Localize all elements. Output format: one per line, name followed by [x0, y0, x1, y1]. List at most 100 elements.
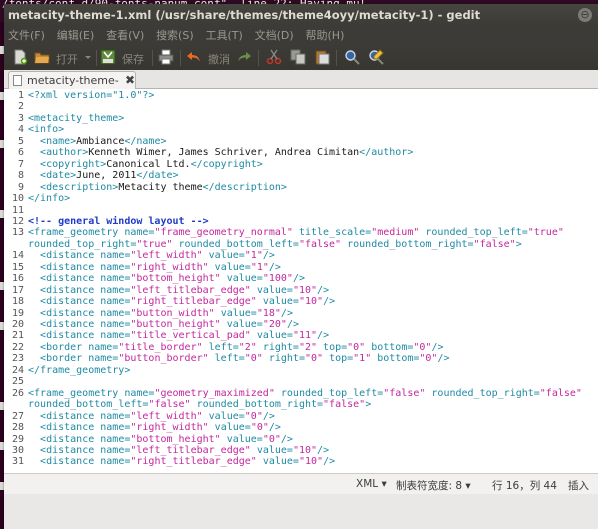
code-token: name=: [88, 341, 119, 353]
find-replace-icon[interactable]: [368, 49, 384, 65]
menu-view[interactable]: 查看(V): [106, 29, 144, 42]
code-line[interactable]: 25: [4, 376, 28, 387]
code-line[interactable]: 11: [4, 205, 28, 216]
code-token: "0": [244, 410, 263, 422]
code-token: top=: [317, 341, 348, 353]
code-token: value=: [250, 330, 293, 342]
line-number: 11: [11, 204, 24, 216]
code-line[interactable]: rounded_bottom_left="false" rounded_bott…: [4, 399, 371, 410]
language-selector[interactable]: XML ▾: [356, 478, 387, 490]
code-line[interactable]: 22 <border name="title_border" left="2" …: [4, 341, 444, 353]
minimize-button[interactable]: ⊖: [578, 8, 592, 22]
copy-icon[interactable]: [290, 49, 306, 65]
code-line[interactable]: 5 <name>Ambiance</name>: [4, 136, 167, 147]
code-line[interactable]: 6 <author>Kenneth Wimer, James Schriver,…: [4, 147, 413, 158]
code-line[interactable]: 19 <distance name="button_width" value="…: [4, 308, 293, 319]
tab-metacity-theme[interactable]: metacity-theme-1.xml ✖: [8, 71, 136, 100]
code-line[interactable]: 30 <distance name="left_titlebar_edge" v…: [4, 445, 329, 456]
code-line[interactable]: 4 <info>: [4, 124, 64, 135]
code-line[interactable]: 15 <distance name="right_width" value="1…: [4, 262, 281, 273]
code-token: "false": [323, 399, 366, 411]
code-text: <copyright>Canonical Ltd.</copyright>: [28, 159, 263, 170]
save-icon[interactable]: [100, 49, 116, 65]
code-token: "right_width": [130, 261, 209, 273]
code-line[interactable]: 10 </info>: [4, 193, 70, 204]
code-line[interactable]: 16 <distance name="bottom_height" value=…: [4, 273, 305, 284]
code-token: title_scale=: [292, 227, 372, 239]
code-line[interactable]: 17 <distance name="left_titlebar_edge" v…: [4, 285, 329, 296]
document-icon: [13, 75, 22, 86]
line-number: 20: [11, 319, 24, 330]
title-bar[interactable]: metacity-theme-1.xml (/usr/share/themes/…: [4, 4, 598, 26]
line-number: 31: [11, 456, 24, 468]
search-icon[interactable]: [344, 49, 360, 65]
code-token: <distance: [40, 319, 101, 330]
undo-button[interactable]: 撤消: [208, 51, 230, 67]
code-line[interactable]: 12 <!-- general window layout -->: [4, 216, 209, 227]
code-line[interactable]: 9 <description>Metacity theme</descripti…: [4, 182, 287, 193]
code-line[interactable]: 2: [4, 101, 28, 112]
code-token: />: [292, 273, 305, 285]
tab-width-selector[interactable]: 制表符宽度: 8 ▾: [396, 478, 471, 493]
undo-icon[interactable]: [186, 49, 202, 65]
open-folder-icon[interactable]: [34, 49, 50, 65]
code-token: <date>: [40, 170, 77, 182]
code-token: </date>: [136, 170, 179, 182]
tab-bar: metacity-theme-1.xml ✖: [4, 70, 598, 100]
open-button[interactable]: 打开: [56, 51, 78, 67]
code-line[interactable]: 8 <date>June, 2011</date>: [4, 170, 179, 181]
open-dropdown-arrow-icon[interactable]: [84, 49, 92, 65]
code-token: value=: [256, 456, 299, 468]
new-document-icon[interactable]: [12, 49, 28, 65]
text-editor[interactable]: 1 <?xml version="1.0"?> 2 3 <metacity_theme>…: [4, 89, 598, 474]
code-line[interactable]: 31 <distance name="right_titlebar_edge" …: [4, 456, 335, 467]
code-line[interactable]: 27 <distance name="left_width" value="0"…: [4, 411, 275, 422]
code-line[interactable]: 1 <?xml version="1.0"?>: [4, 90, 154, 101]
code-line[interactable]: 23 <border name="button_border" left="0"…: [4, 353, 450, 364]
save-button[interactable]: 保存: [122, 51, 144, 67]
code-line[interactable]: 18 <distance name="right_titlebar_edge" …: [4, 296, 335, 307]
line-number: 16: [11, 273, 24, 285]
code-line[interactable]: 3 <metacity_theme>: [4, 113, 124, 124]
menu-search[interactable]: 搜索(S): [156, 29, 194, 42]
code-line[interactable]: 29 <distance name="bottom_height" value=…: [4, 434, 293, 445]
code-line[interactable]: 24 </frame_geometry>: [4, 365, 130, 376]
code-token: "geometry_maximized": [154, 387, 275, 399]
line-number: 19: [11, 307, 24, 319]
code-token: value=: [256, 296, 299, 308]
menu-file[interactable]: 文件(F): [8, 29, 45, 42]
code-line[interactable]: 21 <distance name="title_vertical_pad" v…: [4, 330, 329, 341]
print-icon[interactable]: [158, 49, 174, 65]
menu-tools[interactable]: 工具(T): [205, 29, 242, 42]
code-token: "true": [136, 238, 173, 250]
code-line[interactable]: 20 <distance name="button_height" value=…: [4, 319, 299, 330]
menu-edit[interactable]: 编辑(E): [57, 29, 95, 42]
code-token: "0": [347, 341, 366, 353]
code-text: <border name="button_border" left="0" ri…: [28, 353, 449, 364]
close-tab-icon[interactable]: ✖: [125, 73, 135, 87]
code-token: <frame_geometry: [28, 387, 125, 399]
menu-documents[interactable]: 文档(D): [255, 29, 294, 42]
code-text: <frame_geometry name="frame_geometry_nor…: [28, 227, 564, 238]
code-token: name=: [100, 330, 131, 342]
menu-bar: 文件(F) 编辑(E) 查看(V) 搜索(S) 工具(T) 文档(D) 帮助(H…: [4, 26, 598, 46]
code-token: "right_titlebar_edge": [130, 296, 257, 308]
cut-icon[interactable]: [266, 49, 282, 65]
code-line[interactable]: 28 <distance name="right_width" value="0…: [4, 422, 281, 433]
code-token: <distance: [40, 261, 101, 273]
code-token: "20": [262, 319, 287, 330]
paste-icon[interactable]: [314, 49, 330, 65]
code-line[interactable]: 7 <copyright>Canonical Ltd.</copyright>: [4, 159, 263, 170]
menu-help[interactable]: 帮助(H): [306, 29, 345, 42]
code-line[interactable]: rounded_top_right="true" rounded_bottom_…: [4, 239, 522, 250]
code-line[interactable]: 14 <distance name="left_width" value="1"…: [4, 250, 275, 261]
code-token: "11": [292, 330, 318, 342]
code-line[interactable]: 26 <frame_geometry name="geometry_maximiz…: [4, 388, 582, 399]
code-text: <?xml version="1.0"?>: [28, 90, 154, 101]
code-token: rounded_top_left=: [274, 387, 384, 399]
code-token: />: [268, 261, 281, 273]
code-line[interactable]: 13 <frame_geometry name="frame_geometry_n…: [4, 227, 564, 238]
redo-icon[interactable]: [236, 49, 252, 65]
code-token: value=: [220, 319, 263, 330]
